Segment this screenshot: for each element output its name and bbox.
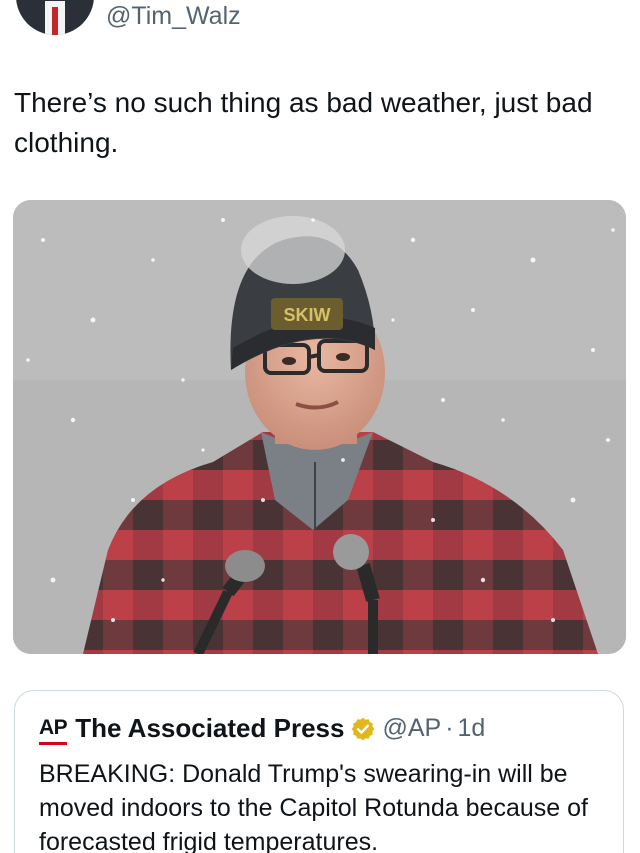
quoted-author-handle[interactable]: @AP [382,714,441,743]
verified-badge-icon [350,716,376,742]
author-handle[interactable]: @Tim_Walz [106,2,241,31]
ap-logo: AP [39,716,68,745]
quoted-author-name[interactable]: The Associated Press [75,713,344,744]
author-row: @Tim_Walz [16,0,241,36]
separator-dot: · [445,714,454,742]
tweet: @Tim_Walz There’s no such thing as bad w… [0,0,640,853]
avatar-tie [52,7,58,35]
svg-text:SKIW: SKIW [284,305,331,325]
quoted-tweet-text: BREAKING: Donald Trump's swearing-in wil… [39,760,588,853]
photo-man-in-snow-icon: SKIW [13,200,626,654]
quoted-tweet[interactable]: AP The Associated Press @AP · 1d BREAKIN… [14,690,624,853]
quoted-tweet-header: AP The Associated Press @AP · 1d [39,713,486,745]
tweet-photo[interactable]: SKIW [13,200,626,654]
quoted-tweet-time[interactable]: 1d [458,714,486,743]
tweet-text: There’s no such thing as bad weather, ju… [14,87,593,158]
avatar[interactable] [16,0,94,35]
